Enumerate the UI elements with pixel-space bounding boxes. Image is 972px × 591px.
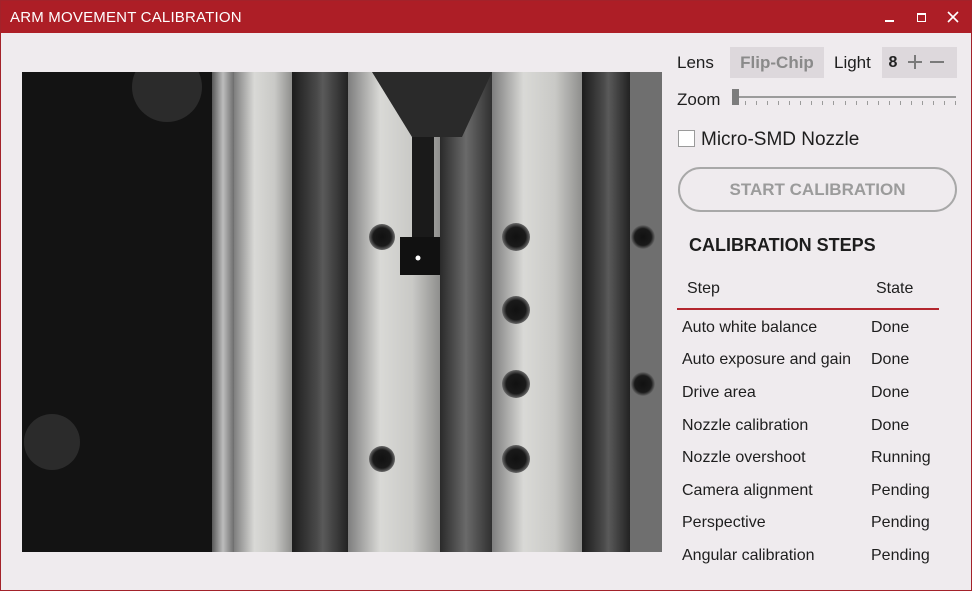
- zoom-slider-tick: [944, 101, 945, 105]
- column-header-state: State: [876, 280, 914, 297]
- zoom-slider-tick: [845, 101, 846, 105]
- step-state: Pending: [871, 547, 930, 564]
- column-header-step: Step: [687, 280, 720, 297]
- zoom-slider-tick: [756, 101, 757, 105]
- zoom-slider-tick: [900, 101, 901, 105]
- zoom-slider-tick: [833, 101, 834, 105]
- step-state: Pending: [871, 482, 930, 499]
- table-row: Auto exposure and gain Done: [677, 345, 939, 377]
- step-name: Nozzle calibration: [682, 417, 809, 434]
- zoom-slider-thumb[interactable]: [732, 89, 739, 105]
- zoom-slider-tick: [789, 101, 790, 105]
- zoom-slider-tick: [878, 101, 879, 105]
- step-name: Camera alignment: [682, 482, 813, 499]
- plus-icon-vertical: [914, 55, 916, 69]
- step-state: Pending: [871, 514, 930, 531]
- calibration-steps-title: CALIBRATION STEPS: [689, 235, 876, 255]
- start-calibration-button[interactable]: START CALIBRATION: [678, 167, 957, 212]
- light-label: Light: [834, 53, 871, 72]
- zoom-slider-tick: [778, 101, 779, 105]
- zoom-slider-tick: [911, 101, 912, 105]
- camera-feed-image: [22, 72, 662, 552]
- lens-selector[interactable]: Flip-Chip: [730, 47, 824, 78]
- minimize-button[interactable]: [873, 1, 905, 33]
- light-stepper: 8: [882, 47, 957, 78]
- zoom-slider-tick: [933, 101, 934, 105]
- zoom-slider-tick: [767, 101, 768, 105]
- step-name: Auto white balance: [682, 319, 818, 336]
- light-decrease-button[interactable]: [926, 47, 948, 78]
- table-row: Nozzle overshoot Running: [677, 443, 939, 475]
- lens-label: Lens: [677, 53, 714, 72]
- maximize-button[interactable]: [905, 1, 937, 33]
- step-state: Done: [871, 417, 910, 434]
- minus-icon: [930, 61, 944, 63]
- camera-preview: [22, 72, 662, 552]
- step-state: Done: [871, 351, 910, 368]
- title-bar[interactable]: ARM MOVEMENT CALIBRATION: [1, 1, 971, 33]
- table-row: Drive area Done: [677, 378, 939, 410]
- micro-smd-nozzle-label[interactable]: Micro-SMD Nozzle: [701, 129, 859, 151]
- light-value: 8: [888, 53, 898, 71]
- maximize-icon: [916, 12, 926, 22]
- calibration-window: ARM MOVEMENT CALIBRATION Lens Flip-Chip …: [0, 0, 972, 591]
- step-name: Drive area: [682, 384, 756, 401]
- step-state: Done: [871, 319, 910, 336]
- step-state: Done: [871, 384, 910, 401]
- table-row: Angular calibration Pending: [677, 541, 939, 573]
- table-row: Nozzle calibration Done: [677, 411, 939, 443]
- table-row: Perspective Pending: [677, 508, 939, 540]
- step-name: Auto exposure and gain: [682, 351, 852, 368]
- close-icon: [947, 11, 959, 23]
- zoom-slider-tick: [889, 101, 890, 105]
- table-row: Auto white balance Done: [677, 313, 939, 345]
- zoom-slider-tick: [856, 101, 857, 105]
- header-divider: [677, 308, 939, 310]
- zoom-slider-tick: [745, 101, 746, 105]
- light-increase-button[interactable]: [904, 47, 926, 78]
- window-title: ARM MOVEMENT CALIBRATION: [10, 9, 242, 26]
- minimize-icon: [884, 20, 894, 22]
- step-name: Nozzle overshoot: [682, 449, 806, 466]
- zoom-slider-tick: [811, 101, 812, 105]
- zoom-slider-ticks: [734, 101, 956, 106]
- step-state: Running: [871, 449, 931, 466]
- zoom-slider-track[interactable]: [734, 96, 956, 98]
- zoom-slider-tick: [822, 101, 823, 105]
- zoom-slider-tick: [922, 101, 923, 105]
- close-button[interactable]: [937, 1, 969, 33]
- zoom-slider-tick: [867, 101, 868, 105]
- zoom-slider-tick: [955, 101, 956, 105]
- zoom-slider-tick: [800, 101, 801, 105]
- step-name: Perspective: [682, 514, 766, 531]
- zoom-label: Zoom: [677, 90, 721, 109]
- micro-smd-nozzle-checkbox[interactable]: [678, 130, 695, 147]
- table-row: Camera alignment Pending: [677, 476, 939, 508]
- step-name: Angular calibration: [682, 547, 815, 564]
